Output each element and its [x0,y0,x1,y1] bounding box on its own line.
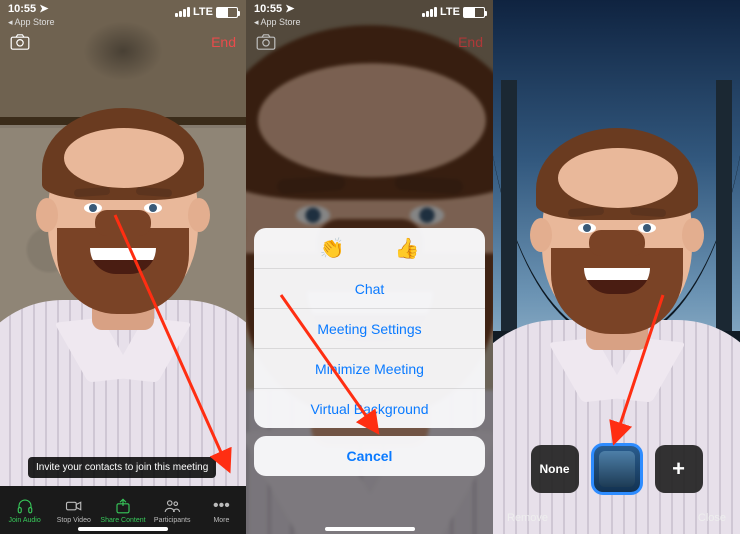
status-back-app[interactable]: ◂ App Store [254,17,301,28]
status-time: 10:55 ➤ [8,2,48,15]
remove-button[interactable]: Remove [507,512,548,524]
headphones-icon [16,497,34,515]
bottom-actions: Remove Close [493,512,740,524]
share-icon [114,497,132,515]
home-indicator[interactable] [78,527,168,531]
status-bar: 10:55 ➤ ◂ App Store LTE [0,0,246,30]
status-back-app[interactable]: ◂ App Store [8,17,55,28]
thumb-label: None [540,462,570,476]
action-sheet: 👏 👍 Chat Meeting Settings Minimize Meeti… [254,228,485,484]
invite-tooltip: Invite your contacts to join this meetin… [28,457,216,478]
reactions-row: 👏 👍 [254,228,485,268]
screenshot-3: None + Remove Close [493,0,740,534]
status-time: 10:55 ➤ [254,2,294,15]
status-right: LTE [175,6,238,18]
bg-option-add[interactable]: + [655,445,703,493]
toolbar-label: More [213,517,229,524]
toolbar-label: Participants [154,517,191,524]
status-right: LTE [422,6,485,18]
screenshot-2: 10:55 ➤ ◂ App Store LTE End 👏 👍 [246,0,493,534]
participants-icon [163,497,181,515]
toolbar-label: Join Audio [8,517,40,524]
plus-icon: + [672,456,685,482]
camera-icon [10,34,30,50]
more-button[interactable]: ••• More [197,486,246,534]
reaction-thumbs-up[interactable]: 👍 [395,236,420,261]
flip-camera-button[interactable] [10,34,30,55]
menu-virtual-background[interactable]: Virtual Background [254,388,485,428]
bg-option-bridge-selected[interactable] [593,445,641,493]
toolbar-label: Stop Video [57,517,91,524]
menu-chat[interactable]: Chat [254,268,485,308]
background-thumbnails: None + [493,442,740,496]
meeting-topbar: End [0,30,246,58]
location-icon: ➤ [39,3,48,15]
join-audio-button[interactable]: Join Audio [0,486,49,534]
toolbar-label: Share Content [100,517,145,524]
battery-icon [463,7,485,18]
menu-meeting-settings[interactable]: Meeting Settings [254,308,485,348]
signal-icon [175,7,190,17]
signal-icon [422,7,437,17]
status-bar: 10:55 ➤ ◂ App Store LTE [246,0,493,30]
end-meeting-button[interactable]: End [211,34,236,50]
action-sheet-card: 👏 👍 Chat Meeting Settings Minimize Meeti… [254,228,485,428]
more-icon: ••• [212,497,230,515]
close-button[interactable]: Close [698,512,726,524]
bg-option-none[interactable]: None [531,445,579,493]
screenshot-1: 10:55 ➤ ◂ App Store LTE End Invite your … [0,0,246,534]
cancel-card: Cancel [254,436,485,476]
video-icon [65,497,83,515]
menu-cancel[interactable]: Cancel [254,436,485,476]
triptych: 10:55 ➤ ◂ App Store LTE End Invite your … [0,0,740,534]
carrier-label: LTE [193,6,213,18]
menu-minimize-meeting[interactable]: Minimize Meeting [254,348,485,388]
location-icon: ➤ [285,3,294,15]
battery-icon [216,7,238,18]
reaction-clap[interactable]: 👏 [320,236,345,261]
home-indicator[interactable] [325,527,415,531]
carrier-label: LTE [440,6,460,18]
